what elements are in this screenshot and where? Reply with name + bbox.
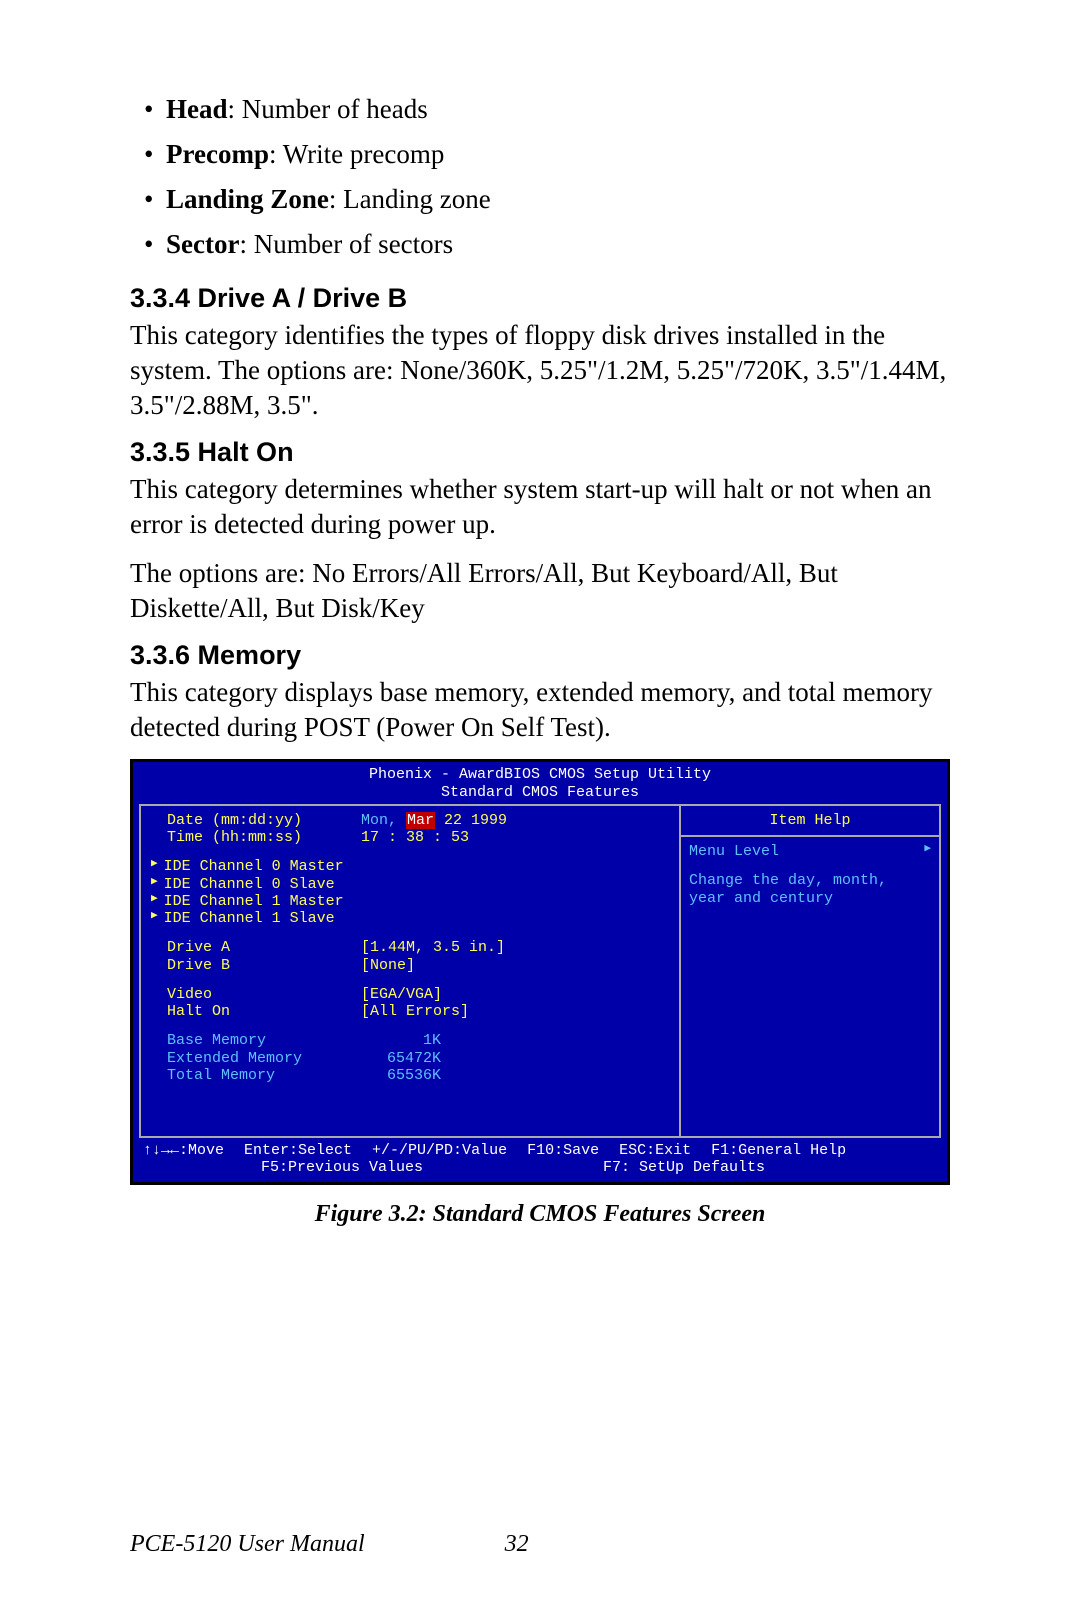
bios-ide1-slave: IDE Channel 1 Slave bbox=[164, 910, 374, 927]
para-halt-on-1: This category determines whether system … bbox=[130, 472, 950, 542]
bios-time-label: Time (hh:mm:ss) bbox=[151, 829, 361, 846]
bios-halt-label: Halt On bbox=[151, 1003, 361, 1020]
bios-video-value: [EGA/VGA] bbox=[361, 986, 442, 1003]
bios-key-hints: ↑↓→←:Move Enter:Select +/-/PU/PD:Value F… bbox=[133, 1138, 947, 1183]
heading-halt-on: 3.3.5 Halt On bbox=[130, 437, 950, 468]
heading-memory: 3.3.6 Memory bbox=[130, 640, 950, 671]
bullet-precomp: Precomp: Write precomp bbox=[130, 135, 950, 174]
bios-halt-value: [All Errors] bbox=[361, 1003, 469, 1020]
bios-help-panel: Item Help Menu Level ▶ Change the day, mo… bbox=[679, 806, 939, 1136]
bios-ext-value: 65472K bbox=[361, 1050, 441, 1067]
bios-title: Phoenix - AwardBIOS CMOS Setup Utility S… bbox=[133, 762, 947, 804]
definition-bullets: Head: Number of heads Precomp: Write pre… bbox=[130, 90, 950, 265]
bios-ide0-master: IDE Channel 0 Master bbox=[164, 858, 374, 875]
bios-drive-a-value: [1.44M, 3.5 in.] bbox=[361, 939, 505, 956]
page-footer: PCE-5120 User Manual 32 bbox=[130, 1531, 950, 1558]
bios-base-value: 1K bbox=[361, 1032, 441, 1049]
bullet-sector: Sector: Number of sectors bbox=[130, 225, 950, 264]
figure-caption: Figure 3.2: Standard CMOS Features Scree… bbox=[130, 1201, 950, 1228]
bios-drive-b-value: [None] bbox=[361, 957, 415, 974]
footer-manual: PCE-5120 User Manual bbox=[130, 1531, 365, 1558]
bios-help-text: Change the day, month, year and century bbox=[689, 872, 931, 907]
bios-drive-a-label: Drive A bbox=[151, 939, 361, 956]
bios-time-value: 17 : 38 : 53 bbox=[361, 829, 469, 846]
bullet-head: Head: Number of heads bbox=[130, 90, 950, 129]
bullet-landing-zone: Landing Zone: Landing zone bbox=[130, 180, 950, 219]
para-memory: This category displays base memory, exte… bbox=[130, 675, 950, 745]
para-drive-ab: This category identifies the types of fl… bbox=[130, 318, 950, 423]
bios-main-panel: Date (mm:dd:yy)Mon, Mar 22 1999 Time (hh… bbox=[141, 806, 679, 1136]
bios-help-header: Item Help bbox=[681, 806, 939, 837]
bios-ext-label: Extended Memory bbox=[151, 1050, 361, 1067]
bios-tot-label: Total Memory bbox=[151, 1067, 361, 1084]
bios-menu-level: Menu Level bbox=[689, 843, 779, 860]
para-halt-on-2: The options are: No Errors/All Errors/Al… bbox=[130, 556, 950, 626]
heading-drive-ab: 3.3.4 Drive A / Drive B bbox=[130, 283, 950, 314]
bios-date-value: Mon, Mar 22 1999 bbox=[361, 812, 507, 829]
bios-ide1-master: IDE Channel 1 Master bbox=[164, 893, 374, 910]
bios-drive-b-label: Drive B bbox=[151, 957, 361, 974]
bios-date-label: Date (mm:dd:yy) bbox=[151, 812, 361, 829]
chevron-right-icon: ▶ bbox=[924, 843, 931, 860]
bios-tot-value: 65536K bbox=[361, 1067, 441, 1084]
bios-screenshot: Phoenix - AwardBIOS CMOS Setup Utility S… bbox=[130, 759, 950, 1185]
bios-ide0-slave: IDE Channel 0 Slave bbox=[164, 876, 374, 893]
bios-base-label: Base Memory bbox=[151, 1032, 361, 1049]
footer-page: 32 bbox=[505, 1531, 529, 1558]
bios-video-label: Video bbox=[151, 986, 361, 1003]
